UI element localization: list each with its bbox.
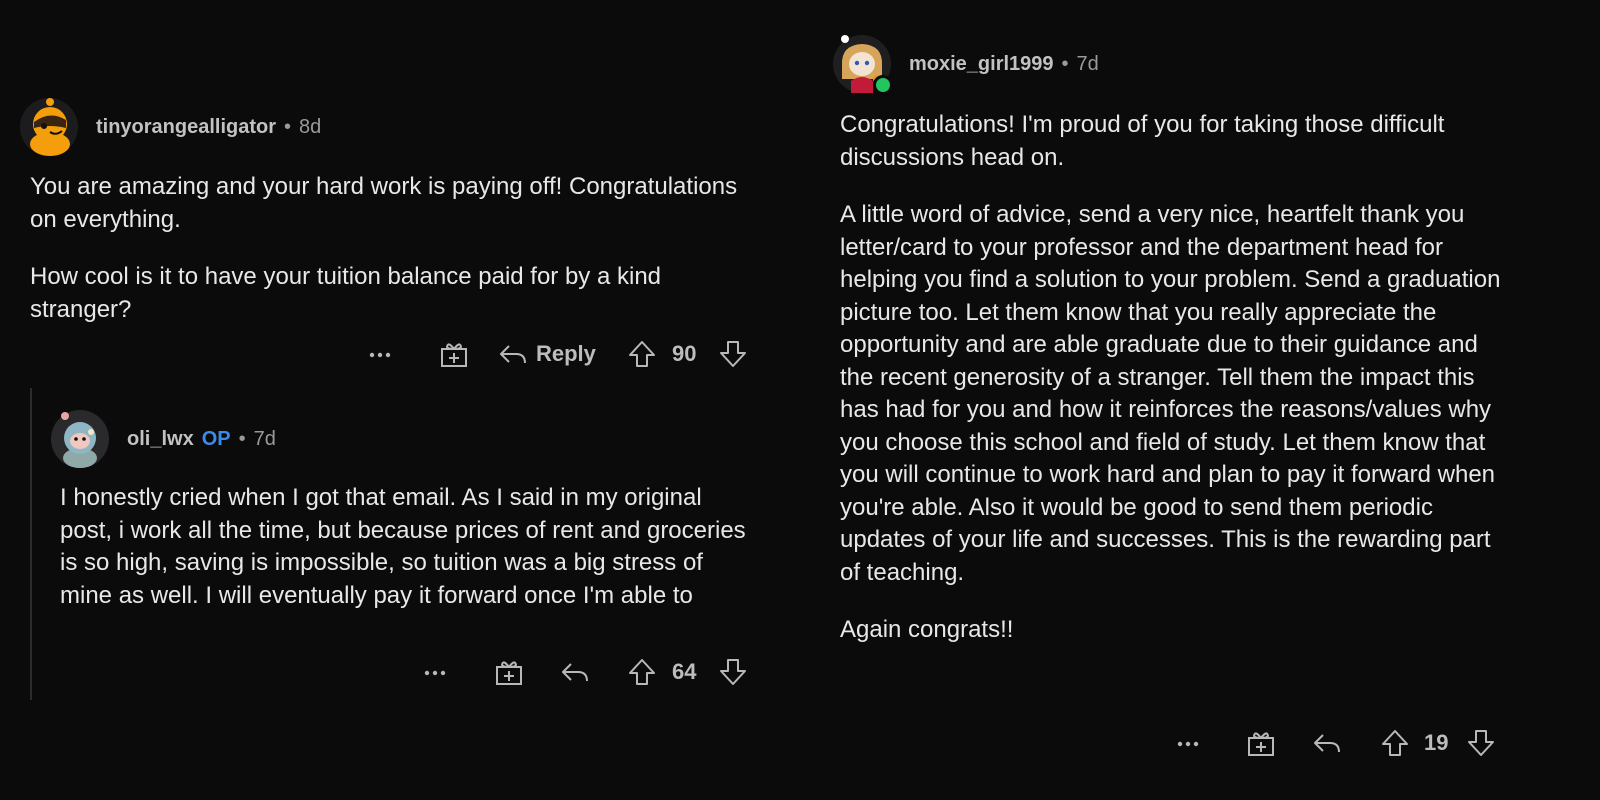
alligator-avatar-icon [20,98,78,156]
timestamp: 7d [1076,52,1099,75]
reply-action-bar: 64 [0,657,800,687]
avatar[interactable] [20,98,78,156]
comment-paragraph: I honestly cried when I got that email. … [60,484,746,609]
award-button[interactable] [1246,728,1276,758]
reply-icon [500,345,526,364]
comment-paragraph: A little word of advice, send a very nic… [840,201,1501,586]
comment-action-bar: Reply 90 [0,339,800,369]
downvote-button[interactable] [1466,728,1496,758]
more-options-icon [1177,741,1199,747]
downvote-icon [720,341,746,367]
award-icon [441,343,467,367]
meta-separator: • [1061,52,1069,75]
upvote-icon [629,341,655,367]
online-status-indicator [873,75,893,95]
comment-paragraph: You are amazing and your hard work is pa… [30,173,738,233]
more-options-button[interactable] [367,339,393,369]
comment-body: You are amazing and your hard work is pa… [30,171,750,326]
timestamp: 8d [299,115,322,138]
upvote-button[interactable] [627,657,657,687]
creature-avatar-icon [51,410,109,468]
downvote-button[interactable] [718,339,748,369]
reply-button[interactable] [1312,728,1342,758]
comment-paragraph: Congratulations! I'm proud of you for ta… [840,111,1445,171]
comment-action-bar: 19 [800,728,1600,758]
username[interactable]: moxie_girl1999 [909,53,1054,76]
more-options-icon [369,352,391,358]
award-button[interactable] [439,339,469,369]
vote-score: 19 [1424,730,1449,755]
comment-paragraph: How cool is it to have your tuition bala… [30,263,662,323]
downvote-button[interactable] [718,657,748,687]
reply-button[interactable] [560,657,590,687]
avatar[interactable] [51,410,109,468]
more-options-button[interactable] [422,657,448,687]
comment-body: Congratulations! I'm proud of you for ta… [840,109,1515,647]
timestamp: 7d [253,427,276,450]
vote-count: 90 [672,339,696,369]
upvote-icon [1382,730,1408,756]
vote-count: 19 [1424,728,1448,758]
meta-separator: • [284,115,292,138]
award-icon [496,661,522,685]
reply-icon [562,663,588,682]
award-icon [1248,732,1274,756]
meta-separator: • [238,427,246,450]
upvote-button[interactable] [1380,728,1410,758]
downvote-icon [1468,730,1494,756]
more-options-icon [424,670,446,676]
username[interactable]: oli_lwx [127,428,194,451]
more-options-button[interactable] [1175,728,1201,758]
vote-score: 90 [672,341,697,366]
award-button[interactable] [494,657,524,687]
reply-body: I honestly cried when I got that email. … [60,482,760,612]
upvote-button[interactable] [627,339,657,369]
vote-count: 64 [672,657,696,687]
reply-label: Reply [536,341,596,366]
comment-header: tinyorangealligator • 8d [20,98,321,156]
left-screenshot-panel: tinyorangealligator • 8d You are amazing… [0,0,800,800]
vote-score: 64 [672,659,697,684]
downvote-icon [720,659,746,685]
username[interactable]: tinyorangealligator [96,116,276,139]
avatar[interactable] [833,35,893,95]
upvote-icon [629,659,655,685]
right-screenshot-panel: moxie_girl1999 • 7d Congratulations! I'm… [800,0,1600,800]
op-badge: OP [201,427,231,450]
thread-line[interactable] [30,388,32,700]
reply-button[interactable]: Reply [498,339,596,369]
reply-header: oli_lwx OP • 7d [51,410,276,468]
reply-icon [1314,734,1340,753]
comment-header: moxie_girl1999 • 7d [833,35,1099,95]
comment-paragraph: Again congrats!! [840,616,1014,643]
